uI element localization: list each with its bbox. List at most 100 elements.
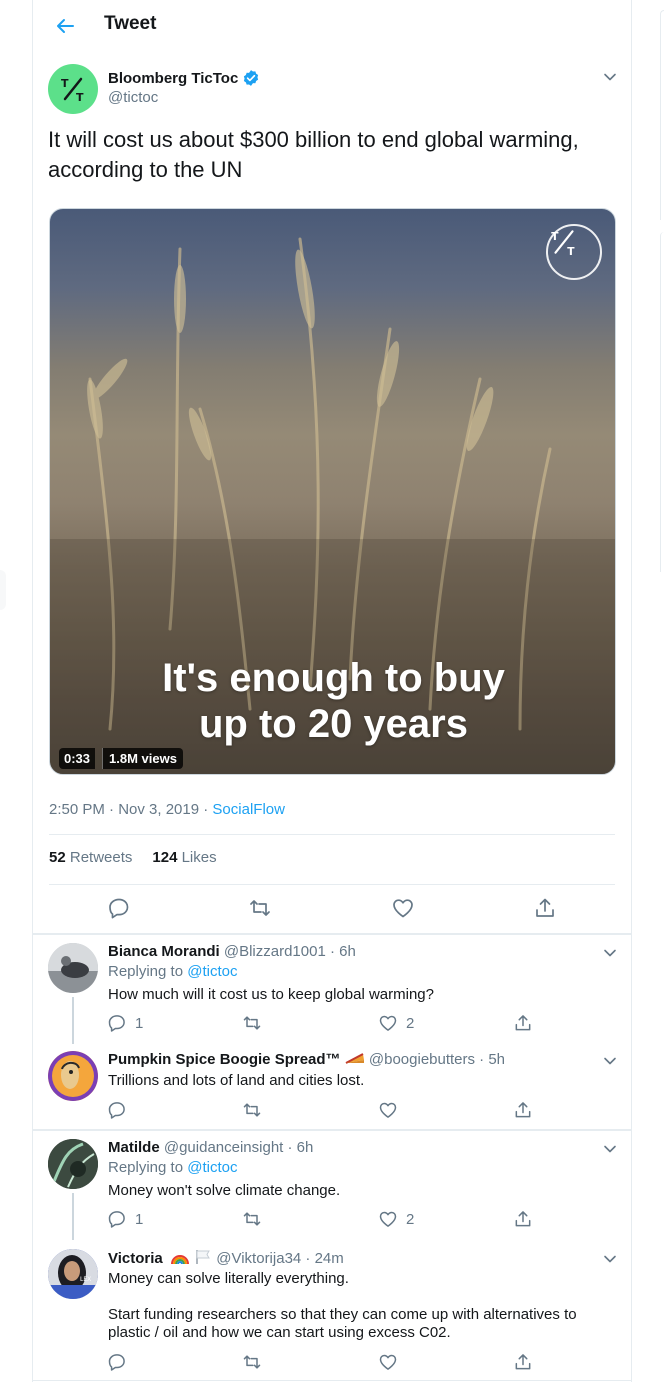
- reply-icon: [109, 898, 129, 919]
- retweet-button[interactable]: [242, 1352, 262, 1372]
- share-button[interactable]: [513, 1352, 533, 1372]
- reply-author-name[interactable]: Matilde: [108, 1139, 160, 1156]
- video-caption-line: It's enough to buy: [162, 656, 505, 700]
- chevron-down-icon[interactable]: [603, 1142, 617, 1156]
- share-button[interactable]: [513, 1100, 533, 1120]
- reply-button[interactable]: 1: [107, 1013, 143, 1033]
- reply-button[interactable]: [107, 1352, 127, 1372]
- reply-button[interactable]: [107, 896, 131, 920]
- like-button[interactable]: [391, 896, 415, 920]
- reply-handle-time[interactable]: @boogiebutters · 5h: [365, 1051, 505, 1068]
- retweet-button[interactable]: [242, 1209, 262, 1229]
- reply-button[interactable]: 1: [107, 1209, 143, 1229]
- retweet-button[interactable]: [248, 896, 272, 920]
- tictoc-logo-icon: T T: [546, 224, 602, 280]
- like-count: 2: [406, 1210, 415, 1228]
- like-button[interactable]: [378, 1352, 398, 1372]
- svg-text:T: T: [567, 245, 575, 258]
- reply-header: Bianca Morandi @Blizzard1001 · 6h: [108, 943, 356, 960]
- share-icon: [515, 1211, 531, 1227]
- reply-count: 1: [135, 1014, 144, 1032]
- like-button[interactable]: 2: [378, 1013, 414, 1033]
- background-card-edge: [660, 10, 664, 220]
- reply-icon: [108, 1102, 125, 1119]
- author-handle[interactable]: @tictoc: [108, 89, 158, 106]
- tweet-stats: 52 Retweets 124 Likes: [49, 849, 217, 866]
- divider: [49, 884, 615, 885]
- retweet-icon: [243, 1355, 261, 1369]
- divider: [49, 834, 615, 835]
- reply-text: Start funding researchers so that they c…: [108, 1306, 577, 1341]
- retweet-icon: [243, 1103, 261, 1117]
- likes-stat[interactable]: 124 Likes: [152, 849, 216, 866]
- svg-text:T: T: [551, 230, 559, 243]
- retweets-stat[interactable]: 52 Retweets: [49, 849, 132, 866]
- chevron-down-icon[interactable]: [603, 1252, 617, 1266]
- reply-author-name[interactable]: Bianca Morandi: [108, 943, 220, 960]
- white-flag-icon: [196, 1250, 210, 1264]
- replying-to-link[interactable]: @tictoc: [187, 1159, 237, 1176]
- avatar[interactable]: [48, 943, 98, 993]
- thread-line: [72, 1193, 74, 1240]
- chevron-down-icon[interactable]: [603, 1054, 617, 1068]
- reply-handle-time[interactable]: @guidanceinsight · 6h: [160, 1139, 314, 1156]
- reply-author-name[interactable]: Pumpkin Spice Boogie Spread™: [108, 1051, 341, 1068]
- share-button[interactable]: [533, 896, 557, 920]
- retweet-icon: [243, 1212, 261, 1226]
- reply-text: Money can solve literally everything.: [108, 1270, 349, 1287]
- avatar[interactable]: LEX: [48, 1249, 98, 1299]
- avatar[interactable]: [48, 1051, 98, 1101]
- retweet-button[interactable]: [242, 1100, 262, 1120]
- video-caption-line: up to 20 years: [198, 702, 468, 746]
- svg-text:T: T: [76, 91, 84, 104]
- divider: [33, 1129, 631, 1131]
- like-icon: [379, 1211, 397, 1227]
- avatar[interactable]: [48, 1139, 98, 1189]
- author-name-text[interactable]: Bloomberg TicToc: [108, 70, 238, 87]
- reply-button[interactable]: [107, 1100, 127, 1120]
- share-button[interactable]: [513, 1013, 533, 1033]
- replying-to: Replying to @tictoc: [108, 1159, 237, 1176]
- like-button[interactable]: 2: [378, 1209, 414, 1229]
- reply-header: Pumpkin Spice Boogie Spread™ @boogiebutt…: [108, 1051, 505, 1068]
- share-icon: [515, 1015, 531, 1031]
- like-icon: [393, 899, 413, 918]
- tweet-source-link[interactable]: SocialFlow: [212, 801, 285, 818]
- replying-to-link[interactable]: @tictoc: [187, 963, 237, 980]
- reply-author-name[interactable]: Victoria: [108, 1250, 163, 1267]
- share-button[interactable]: [513, 1209, 533, 1229]
- reply-count: 1: [135, 1210, 144, 1228]
- divider: [33, 933, 631, 935]
- back-arrow-icon[interactable]: [53, 14, 77, 38]
- reply-handle-time[interactable]: @Viktorija34 · 24m: [212, 1250, 344, 1267]
- svg-text:LEX: LEX: [80, 1276, 91, 1283]
- like-count: 2: [406, 1014, 415, 1032]
- reply-icon: [108, 1211, 125, 1228]
- video-caption: It's enough to buy up to 20 years: [50, 655, 615, 747]
- reply-handle-time[interactable]: @Blizzard1001 · 6h: [220, 943, 356, 960]
- background-card-edge: [0, 570, 6, 610]
- like-button[interactable]: [378, 1100, 398, 1120]
- reply-text: Trillions and lots of land and cities lo…: [108, 1072, 365, 1089]
- chevron-down-icon[interactable]: [603, 946, 617, 960]
- chevron-down-icon[interactable]: [603, 70, 617, 84]
- likes-label: Likes: [181, 849, 217, 866]
- like-icon: [379, 1015, 397, 1031]
- replying-to: Replying to @tictoc: [108, 963, 237, 980]
- reply-header: Matilde @guidanceinsight · 6h: [108, 1139, 313, 1156]
- video-player[interactable]: T T It's enough to buy up to 20 years 0:…: [49, 208, 616, 775]
- retweets-count: 52: [49, 849, 66, 866]
- retweets-label: Retweets: [69, 849, 133, 866]
- reply-icon: [108, 1354, 125, 1371]
- like-icon: [379, 1354, 397, 1370]
- video-duration: 0:33: [59, 748, 96, 769]
- author-name[interactable]: Bloomberg TicToc: [108, 69, 260, 87]
- tweet-time[interactable]: 2:50 PM · Nov 3, 2019 ·: [49, 801, 212, 818]
- page-header: Tweet: [33, 0, 631, 52]
- share-icon: [536, 898, 554, 917]
- retweet-icon: [250, 900, 270, 916]
- avatar[interactable]: T T: [48, 64, 98, 114]
- rainbow-icon: [170, 1255, 189, 1265]
- share-icon: [515, 1354, 531, 1370]
- retweet-button[interactable]: [242, 1013, 262, 1033]
